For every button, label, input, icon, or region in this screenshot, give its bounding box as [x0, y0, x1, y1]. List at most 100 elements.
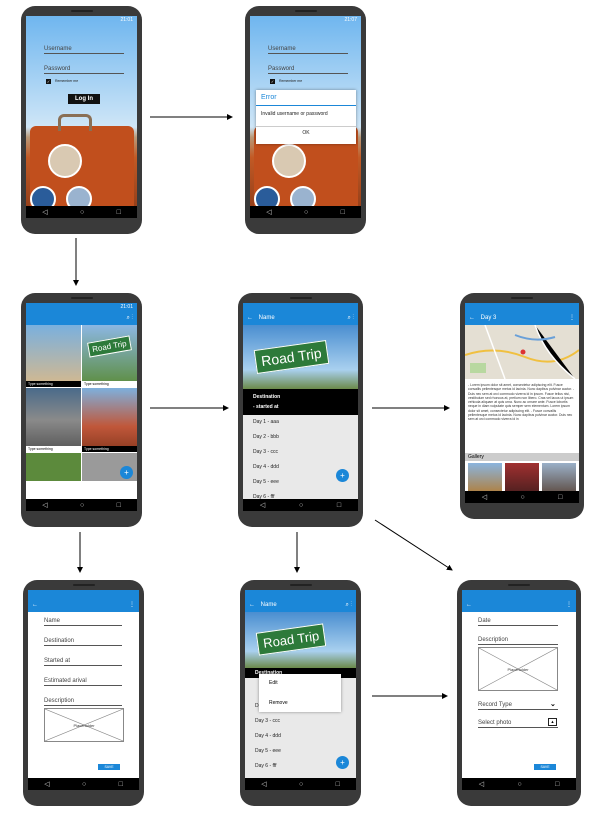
chevron-down-icon[interactable]: ⌄	[550, 700, 556, 708]
search-icon[interactable]: ⌕ ⋮	[345, 598, 352, 612]
home-icon[interactable]: ○	[82, 781, 86, 788]
username-field[interactable]: Username	[44, 46, 124, 54]
record-type-select[interactable]: Record Type	[478, 702, 558, 710]
add-trip-fab[interactable]: +	[120, 466, 133, 479]
back-arrow-icon[interactable]: ←	[466, 602, 472, 608]
add-day-fab[interactable]: +	[336, 756, 349, 769]
nav-bar: ◁ ○ □	[245, 778, 356, 790]
day-list-item[interactable]: Day 3 - ccc	[243, 449, 358, 455]
phone-trip: ← Name ⌕ ⋮ Road Trip Destination - start…	[238, 293, 363, 527]
arrow-trip-to-newday	[374, 519, 453, 571]
recent-icon[interactable]: □	[336, 781, 340, 788]
trip-banner: Road Trip	[243, 325, 358, 389]
login-button[interactable]: Log In	[68, 94, 100, 104]
recent-icon[interactable]: □	[117, 502, 121, 509]
back-icon[interactable]: ◁	[479, 780, 484, 788]
recent-icon[interactable]: □	[558, 494, 562, 501]
home-icon[interactable]: ○	[517, 781, 521, 788]
phone-day: ← Day 3 ⋮ - Lorem ipsum dolor sit amet, …	[460, 293, 584, 519]
photo-icon[interactable]: ▲	[548, 718, 557, 726]
sticker-pyramid	[48, 144, 82, 178]
more-icon[interactable]: ⋮	[566, 598, 572, 612]
remember-checkbox[interactable]: ✓	[46, 79, 51, 84]
dialog-ok-button[interactable]: OK	[256, 130, 356, 136]
back-icon[interactable]: ◁	[266, 208, 271, 216]
gallery-tile[interactable]: Type something	[26, 325, 81, 387]
recent-icon[interactable]: □	[555, 781, 559, 788]
remember-label: Remember me	[279, 79, 303, 83]
add-day-fab[interactable]: +	[336, 469, 349, 482]
tile-caption: Type something	[82, 381, 137, 387]
search-icon[interactable]: ⌕ ⋮	[347, 311, 354, 325]
recent-icon[interactable]: □	[119, 781, 123, 788]
description-field[interactable]: Description	[478, 637, 558, 645]
back-icon[interactable]: ◁	[261, 780, 266, 788]
day-list-item[interactable]: Day 5 - eee	[245, 748, 356, 754]
started-at-field[interactable]: Started at	[44, 658, 122, 666]
back-arrow-icon[interactable]: ←	[247, 315, 253, 321]
gallery-tile[interactable]	[26, 453, 81, 481]
more-icon[interactable]: ⋮	[569, 311, 575, 325]
context-screen: ← Name ⌕ ⋮ Road Trip Destination Day 2 -…	[245, 590, 356, 790]
back-icon[interactable]: ◁	[482, 493, 487, 501]
menu-edit[interactable]: Edit	[269, 680, 278, 686]
description-field[interactable]: Description	[44, 698, 122, 706]
status-time: 21:01	[26, 303, 137, 311]
description-placeholder[interactable]: Placeholder	[478, 647, 558, 691]
sticker-pyramid	[272, 144, 306, 178]
status-time: 21:01	[120, 17, 133, 23]
estimated-arrival-field[interactable]: Estimated arival	[44, 678, 122, 686]
back-icon[interactable]: ◁	[42, 208, 47, 216]
back-arrow-icon[interactable]: ←	[32, 602, 38, 608]
gallery-tile[interactable]: Road Trip Type something	[82, 325, 137, 387]
tile-caption: Type something	[26, 446, 81, 452]
home-icon[interactable]: ○	[80, 502, 84, 509]
name-field[interactable]: Name	[44, 618, 122, 626]
home-icon[interactable]: ○	[299, 781, 303, 788]
back-arrow-icon[interactable]: ←	[469, 315, 475, 321]
menu-remove[interactable]: Remove	[269, 700, 288, 706]
back-icon[interactable]: ◁	[260, 501, 265, 509]
app-bar: ← Name ⌕ ⋮	[243, 311, 358, 325]
home-icon[interactable]: ○	[80, 209, 84, 216]
gallery-tile[interactable]: Type something	[82, 388, 137, 452]
destination-field[interactable]: Destination	[44, 638, 122, 646]
recent-icon[interactable]: □	[337, 502, 341, 509]
back-arrow-icon[interactable]: ←	[249, 602, 255, 608]
photo-thumb[interactable]	[542, 463, 576, 493]
more-icon[interactable]: ⋮	[129, 598, 135, 612]
select-photo-field[interactable]: Select photo	[478, 720, 558, 728]
day-list-item[interactable]: Day 2 - bbb	[243, 434, 358, 440]
home-icon[interactable]: ○	[520, 494, 524, 501]
map-view[interactable]	[465, 325, 579, 379]
password-field[interactable]: Password	[44, 66, 124, 74]
photo-thumb[interactable]	[468, 463, 502, 493]
recent-icon[interactable]: □	[341, 209, 345, 216]
destination-label: Destination	[253, 394, 281, 400]
photo-thumb[interactable]	[505, 463, 539, 493]
gallery-tile[interactable]: Type something	[26, 388, 81, 452]
search-icon[interactable]: ⌕ ⋮	[126, 311, 133, 325]
day-description: - Lorem ipsum dolor sit amet, consectetu…	[468, 383, 575, 422]
error-dialog: Error Invalid username or password OK	[256, 90, 356, 144]
map-roads	[465, 325, 579, 379]
banner-sign: Road Trip	[255, 623, 327, 656]
trip-title: Name	[258, 315, 275, 321]
tile-caption: Type something	[82, 446, 137, 452]
description-placeholder[interactable]: Placeholder	[44, 708, 124, 742]
password-field[interactable]: Password	[268, 66, 348, 74]
recent-icon[interactable]: □	[117, 209, 121, 216]
back-icon[interactable]: ◁	[44, 780, 49, 788]
username-field[interactable]: Username	[268, 46, 348, 54]
trip-title: Name	[260, 602, 277, 608]
day-list-item[interactable]: Day 1 - aaa	[243, 419, 358, 425]
back-icon[interactable]: ◁	[42, 501, 47, 509]
remember-checkbox[interactable]: ✓	[270, 79, 275, 84]
home-icon[interactable]: ○	[304, 209, 308, 216]
date-field[interactable]: Date	[478, 618, 558, 626]
day-list-item[interactable]: Day 4 - ddd	[245, 733, 356, 739]
day-list-item[interactable]: Day 3 - ccc	[245, 718, 356, 724]
save-button[interactable]: SAVE	[98, 764, 120, 770]
save-button[interactable]: SAVE	[534, 764, 556, 770]
home-icon[interactable]: ○	[299, 502, 303, 509]
